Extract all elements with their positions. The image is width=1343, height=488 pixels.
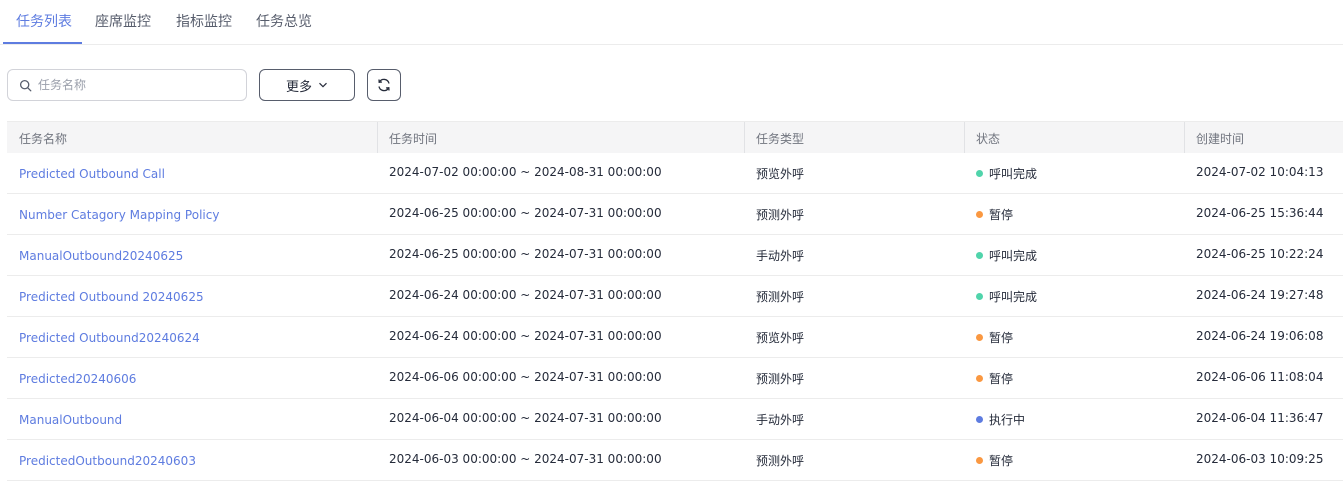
task-time-cell: 2024-06-06 00:00:00 ~ 2024-07-31 00:00:0… — [389, 370, 662, 384]
table-row[interactable]: ManualOutbound 2024-06-04 00:00:00 ~ 202… — [7, 399, 1343, 440]
tab-bar: 任务列表 座席监控 指标监控 任务总览 — [0, 0, 1343, 45]
status-cell: 暂停 — [976, 206, 1013, 223]
task-time-cell: 2024-07-02 00:00:00 ~ 2024-08-31 00:00:0… — [389, 165, 662, 179]
column-divider[interactable] — [377, 122, 378, 153]
table-row[interactable]: Predicted Outbound 20240625 2024-06-24 0… — [7, 276, 1343, 317]
task-table: 任务名称 任务时间 任务类型 状态 创建时间 Predicted Outboun… — [7, 121, 1343, 481]
created-time-cell: 2024-06-03 10:09:25 — [1196, 452, 1324, 466]
task-type-cell: 手动外呼 — [756, 249, 805, 263]
task-time-cell: 2024-06-24 00:00:00 ~ 2024-07-31 00:00:0… — [389, 288, 662, 302]
status-label: 暂停 — [989, 331, 1014, 345]
task-time-cell: 2024-06-25 00:00:00 ~ 2024-07-31 00:00:0… — [389, 247, 662, 261]
status-dot-icon — [976, 416, 983, 423]
more-button-label: 更多 — [285, 79, 312, 95]
column-header-status[interactable]: 状态 — [976, 130, 1000, 147]
created-time-cell: 2024-06-04 11:36:47 — [1196, 411, 1324, 425]
table-row[interactable]: ManualOutbound20240625 2024-06-25 00:00:… — [7, 235, 1343, 276]
column-header-task-time[interactable]: 任务时间 — [389, 130, 437, 147]
task-type-cell: 手动外呼 — [756, 413, 805, 427]
created-time-cell: 2024-06-24 19:06:08 — [1196, 329, 1324, 343]
status-cell: 暂停 — [976, 452, 1013, 469]
task-type-cell: 预测外呼 — [756, 454, 805, 468]
task-type-cell: 预测外呼 — [756, 290, 805, 304]
created-time-cell: 2024-06-06 11:08:04 — [1196, 370, 1324, 384]
status-label: 呼叫完成 — [989, 249, 1038, 263]
refresh-icon — [378, 78, 390, 92]
created-time-cell: 2024-06-25 15:36:44 — [1196, 206, 1324, 220]
task-time-cell: 2024-06-03 00:00:00 ~ 2024-07-31 00:00:0… — [389, 452, 662, 466]
column-header-task-name[interactable]: 任务名称 — [19, 130, 67, 147]
created-time-cell: 2024-06-25 10:22:24 — [1196, 247, 1324, 261]
status-cell: 呼叫完成 — [976, 288, 1037, 305]
column-header-created-time[interactable]: 创建时间 — [1196, 130, 1244, 147]
status-cell: 暂停 — [976, 370, 1013, 387]
more-filters-button[interactable]: 更多 — [259, 69, 355, 101]
tab-agent-monitor[interactable]: 座席监控 — [95, 12, 151, 32]
refresh-button[interactable] — [367, 69, 401, 101]
task-time-cell: 2024-06-04 00:00:00 ~ 2024-07-31 00:00:0… — [389, 411, 662, 425]
status-label: 暂停 — [989, 208, 1014, 222]
status-dot-icon — [976, 375, 983, 382]
tab-task-list[interactable]: 任务列表 — [16, 12, 72, 32]
status-label: 呼叫完成 — [989, 290, 1038, 304]
tab-task-overview[interactable]: 任务总览 — [256, 12, 312, 32]
active-tab-indicator — [3, 42, 82, 44]
task-name-link[interactable]: Predicted20240606 — [19, 372, 136, 386]
status-dot-icon — [976, 457, 983, 464]
table-row[interactable]: Number Catagory Mapping Policy 2024-06-2… — [7, 194, 1343, 235]
search-input[interactable] — [38, 75, 238, 95]
created-time-cell: 2024-06-24 19:27:48 — [1196, 288, 1324, 302]
status-label: 呼叫完成 — [989, 167, 1038, 181]
task-name-link[interactable]: Predicted Outbound20240624 — [19, 331, 200, 345]
status-dot-icon — [976, 252, 983, 259]
status-cell: 暂停 — [976, 329, 1013, 346]
chevron-down-icon — [319, 82, 327, 88]
column-divider[interactable] — [964, 122, 965, 153]
status-dot-icon — [976, 293, 983, 300]
status-label: 暂停 — [989, 372, 1014, 386]
status-cell: 呼叫完成 — [976, 247, 1037, 264]
table-body: Predicted Outbound Call 2024-07-02 00:00… — [7, 153, 1343, 481]
status-dot-icon — [976, 211, 983, 218]
search-icon — [19, 79, 32, 92]
task-type-cell: 预览外呼 — [756, 331, 805, 345]
status-cell: 呼叫完成 — [976, 165, 1037, 182]
task-type-cell: 预览外呼 — [756, 167, 805, 181]
table-row[interactable]: Predicted Outbound20240624 2024-06-24 00… — [7, 317, 1343, 358]
task-time-cell: 2024-06-25 00:00:00 ~ 2024-07-31 00:00:0… — [389, 206, 662, 220]
column-divider[interactable] — [744, 122, 745, 153]
task-type-cell: 预测外呼 — [756, 208, 805, 222]
table-row[interactable]: Predicted20240606 2024-06-06 00:00:00 ~ … — [7, 358, 1343, 399]
task-time-cell: 2024-06-24 00:00:00 ~ 2024-07-31 00:00:0… — [389, 329, 662, 343]
task-name-link[interactable]: ManualOutbound — [19, 413, 122, 427]
task-name-link[interactable]: Predicted Outbound Call — [19, 167, 165, 181]
created-time-cell: 2024-07-02 10:04:13 — [1196, 165, 1324, 179]
tab-metric-monitor[interactable]: 指标监控 — [176, 12, 232, 32]
status-dot-icon — [976, 334, 983, 341]
task-name-link[interactable]: Number Catagory Mapping Policy — [19, 208, 219, 222]
task-type-cell: 预测外呼 — [756, 372, 805, 386]
table-header: 任务名称 任务时间 任务类型 状态 创建时间 — [7, 121, 1343, 153]
table-row[interactable]: PredictedOutbound20240603 2024-06-03 00:… — [7, 440, 1343, 481]
status-label: 执行中 — [989, 413, 1026, 427]
status-dot-icon — [976, 170, 983, 177]
status-label: 暂停 — [989, 454, 1014, 468]
task-name-link[interactable]: ManualOutbound20240625 — [19, 249, 183, 263]
column-header-task-type[interactable]: 任务类型 — [756, 130, 804, 147]
search-box — [7, 69, 247, 101]
column-divider[interactable] — [1184, 122, 1185, 153]
task-name-link[interactable]: PredictedOutbound20240603 — [19, 454, 196, 468]
status-cell: 执行中 — [976, 411, 1025, 428]
table-row[interactable]: Predicted Outbound Call 2024-07-02 00:00… — [7, 153, 1343, 194]
task-name-link[interactable]: Predicted Outbound 20240625 — [19, 290, 204, 304]
